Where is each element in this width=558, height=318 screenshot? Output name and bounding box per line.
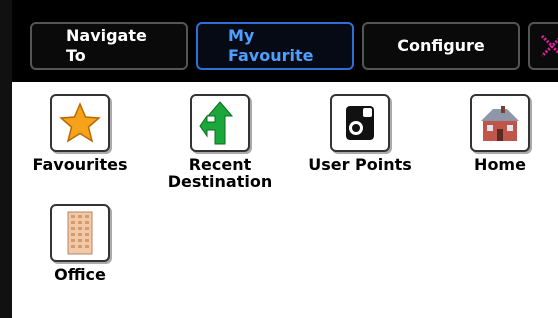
left-border	[0, 0, 12, 318]
tab-navigate-to-label: Navigate To	[66, 26, 147, 65]
office-building-icon	[67, 211, 93, 255]
recent-destination-item[interactable]: Recent Destination	[155, 94, 285, 190]
favourites-icon-frame	[50, 94, 110, 152]
user-points-item[interactable]: User Points	[295, 94, 425, 173]
office-item[interactable]: Office	[15, 204, 145, 283]
recent-destination-icon-frame	[190, 94, 250, 152]
direction-arrow-icon	[199, 101, 234, 145]
user-points-label: User Points	[308, 155, 412, 174]
tab-configure[interactable]: Configure	[362, 22, 520, 70]
top-tab-bar: Navigate To My Favourite Configure	[12, 0, 558, 82]
office-label: Office	[54, 265, 106, 284]
home-item[interactable]: Home	[435, 94, 558, 173]
close-button[interactable]	[528, 22, 558, 70]
home-icon-frame	[470, 94, 530, 152]
house-icon	[481, 106, 519, 141]
favourites-label: Favourites	[32, 155, 128, 174]
user-points-icon-frame	[330, 94, 390, 152]
star-icon	[59, 102, 101, 143]
speed-camera-icon	[346, 106, 374, 140]
tab-my-favourite[interactable]: My Favourite	[196, 22, 354, 70]
favourites-item[interactable]: Favourites	[15, 94, 145, 173]
tab-configure-label: Configure	[397, 36, 485, 55]
favourites-grid: Favourites Recent Destination User Point…	[12, 82, 558, 318]
recent-destination-label: Recent Destination	[167, 155, 273, 191]
app-window: Navigate To My Favourite Configure Favou…	[0, 0, 558, 318]
close-icon	[540, 34, 558, 58]
tab-my-favourite-label: My Favourite	[228, 26, 314, 65]
office-icon-frame	[50, 204, 110, 262]
tab-navigate-to[interactable]: Navigate To	[30, 22, 188, 70]
home-label: Home	[474, 155, 526, 174]
